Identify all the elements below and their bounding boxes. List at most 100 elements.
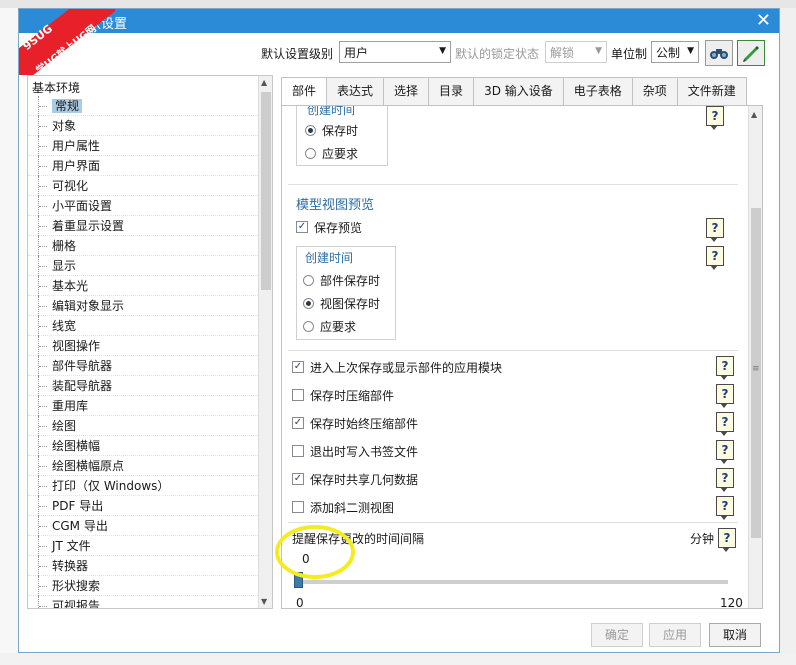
help-icon[interactable]: ? xyxy=(716,412,734,436)
radio-icon xyxy=(303,297,314,309)
tree-item[interactable]: 编辑对象显示 xyxy=(28,296,260,316)
tree-item[interactable]: 打印（仅 Windows） xyxy=(28,476,260,496)
tree-item[interactable]: 着重显示设置 xyxy=(28,216,260,236)
settings-toolbar: 默认设置级别 用户 ▼ 默认的锁定状态 解锁 ▼ 单位制 公制 ▼ xyxy=(19,39,779,69)
option-checkbox[interactable]: 保存时压缩部件 xyxy=(292,386,394,404)
tree-item[interactable]: 栅格 xyxy=(28,236,260,256)
tree-root-basic-environment[interactable]: 基本环境 xyxy=(32,79,80,96)
radio-on-save[interactable]: 保存时 xyxy=(305,121,358,139)
help-icon[interactable]: ? xyxy=(716,356,734,380)
divider xyxy=(288,350,738,351)
interval-slider-track[interactable] xyxy=(296,580,728,584)
option-checkbox[interactable]: 添加斜二测视图 xyxy=(292,498,394,516)
slider-max-label: 120 xyxy=(720,596,743,609)
edit-settings-button[interactable] xyxy=(737,40,765,66)
tab-7[interactable]: 文件新建 xyxy=(676,77,747,105)
highlight-circle-annotation xyxy=(275,525,355,579)
tree-item[interactable]: 装配导航器 xyxy=(28,376,260,396)
option-checkbox[interactable]: ✓ 进入上次保存或显示部件的应用模块 xyxy=(292,358,502,376)
tree-item[interactable]: 绘图横幅 xyxy=(28,436,260,456)
scroll-grip-icon: ≡ xyxy=(752,364,760,374)
tree-scrollbar[interactable]: ▲ ▼ xyxy=(258,76,272,608)
tree-scroll-thumb[interactable] xyxy=(261,92,271,290)
divider xyxy=(288,184,738,185)
help-icon[interactable]: ? xyxy=(716,384,734,408)
radio-view-save[interactable]: 视图保存时 xyxy=(303,294,380,312)
tree-item[interactable]: 用户界面 xyxy=(28,156,260,176)
background-app-bottom xyxy=(0,653,796,665)
apply-button[interactable]: 应用 xyxy=(649,623,701,647)
tree-item[interactable]: 小平面设置 xyxy=(28,196,260,216)
tab-4[interactable]: 3D 输入设备 xyxy=(473,77,564,105)
tree-item[interactable]: 线宽 xyxy=(28,316,260,336)
tree-item[interactable]: 显示 xyxy=(28,256,260,276)
scroll-down-icon: ▼ xyxy=(261,597,268,606)
tab-0[interactable]: 部件 xyxy=(281,77,328,107)
cancel-button[interactable]: 取消 xyxy=(709,623,761,647)
option-checkbox[interactable]: 退出时写入书签文件 xyxy=(292,442,418,460)
help-icon[interactable]: ? xyxy=(716,496,734,520)
tree-item[interactable]: 可视报告 xyxy=(28,596,260,608)
tree-item[interactable]: 绘图横幅原点 xyxy=(28,456,260,476)
help-icon[interactable]: ? xyxy=(718,528,736,552)
lock-select[interactable]: 解锁 ▼ xyxy=(545,41,607,63)
tab-6[interactable]: 杂项 xyxy=(631,77,678,105)
help-icon[interactable]: ? xyxy=(716,468,734,492)
tree-item[interactable]: 绘图 xyxy=(28,416,260,436)
tree-item[interactable]: 重用库 xyxy=(28,396,260,416)
tab-2[interactable]: 选择 xyxy=(383,77,430,105)
help-icon[interactable]: ? xyxy=(706,106,724,130)
radio-icon xyxy=(305,124,316,136)
tab-3[interactable]: 目录 xyxy=(428,77,475,105)
unit-select[interactable]: 公制 ▼ xyxy=(651,41,699,63)
checkbox-checked-icon: ✓ xyxy=(292,361,304,373)
tree-item[interactable]: 可视化 xyxy=(28,176,260,196)
tree-item[interactable]: JT 文件 xyxy=(28,536,260,556)
tree-item[interactable]: CGM 导出 xyxy=(28,516,260,536)
preview-creation-time-group: 创建时间 部件保存时 视图保存时 应要求 xyxy=(296,246,396,340)
tree-item[interactable]: 视图操作 xyxy=(28,336,260,356)
background-app-left xyxy=(0,8,18,665)
help-icon[interactable]: ? xyxy=(706,246,724,270)
scroll-up-icon: ▲ xyxy=(751,110,758,119)
radio-icon xyxy=(303,320,314,332)
ok-button[interactable]: 确定 xyxy=(591,623,643,647)
radio-preview-on-demand[interactable]: 应要求 xyxy=(303,317,356,335)
level-select[interactable]: 用户 ▼ xyxy=(339,41,451,63)
option-checkbox[interactable]: ✓ 保存时始终压缩部件 xyxy=(292,414,418,432)
save-preview-checkbox[interactable]: ✓ 保存预览 xyxy=(296,218,362,236)
background-app-top xyxy=(0,0,796,8)
tree-item[interactable]: 对象 xyxy=(28,116,260,136)
find-settings-button[interactable] xyxy=(705,40,733,66)
tree-item[interactable]: PDF 导出 xyxy=(28,496,260,516)
close-icon[interactable]: ✕ xyxy=(756,10,771,31)
default-settings-dialog: 默认设置 ✕ 9SUG 学UG就上UG网 默认设置级别 用户 ▼ 默认的锁定状态 … xyxy=(18,8,780,653)
option-checkbox[interactable]: ✓ 保存时共享几何数据 xyxy=(292,470,418,488)
slider-min-label: 0 xyxy=(296,596,304,609)
panel-scrollbar[interactable]: ▲ ≡ xyxy=(748,106,762,608)
tree-item[interactable]: 用户属性 xyxy=(28,136,260,156)
checkbox-empty-icon xyxy=(292,501,304,513)
tab-1[interactable]: 表达式 xyxy=(326,77,385,105)
title-bar[interactable]: 默认设置 ✕ xyxy=(19,9,779,33)
dropdown-arrow-icon: ▼ xyxy=(439,46,446,56)
settings-panel: 创建时间 保存时 应要求 ? 模型视图预览 ✓ 保存预览 ? ? 创建时间 部件保… xyxy=(281,105,763,609)
tree-item[interactable]: 转换器 xyxy=(28,556,260,576)
group-title: 创建时间 xyxy=(305,106,358,118)
tree-item[interactable]: 形状搜索 xyxy=(28,576,260,596)
tree-item[interactable]: 部件导航器 xyxy=(28,356,260,376)
checkbox-checked-icon: ✓ xyxy=(292,473,304,485)
radio-on-demand[interactable]: 应要求 xyxy=(305,144,358,162)
help-icon[interactable]: ? xyxy=(706,218,724,242)
interval-unit-label: 分钟 xyxy=(690,532,715,546)
group-title: 创建时间 xyxy=(305,251,354,265)
binoculars-icon xyxy=(710,49,728,59)
help-icon[interactable]: ? xyxy=(716,440,734,464)
tab-5[interactable]: 电子表格 xyxy=(562,77,633,105)
lock-label: 默认的锁定状态 xyxy=(455,47,540,61)
tree-item[interactable]: 基本光 xyxy=(28,276,260,296)
checkbox-empty-icon xyxy=(292,389,304,401)
radio-part-save[interactable]: 部件保存时 xyxy=(303,271,380,289)
tree-item[interactable]: 常规 xyxy=(28,96,260,116)
settings-tree: 基本环境 常规 对象 用户属性 用户界面 可视化 小平面设置 着重显示设置 栅格 显示 基本光 编辑… xyxy=(27,75,273,609)
